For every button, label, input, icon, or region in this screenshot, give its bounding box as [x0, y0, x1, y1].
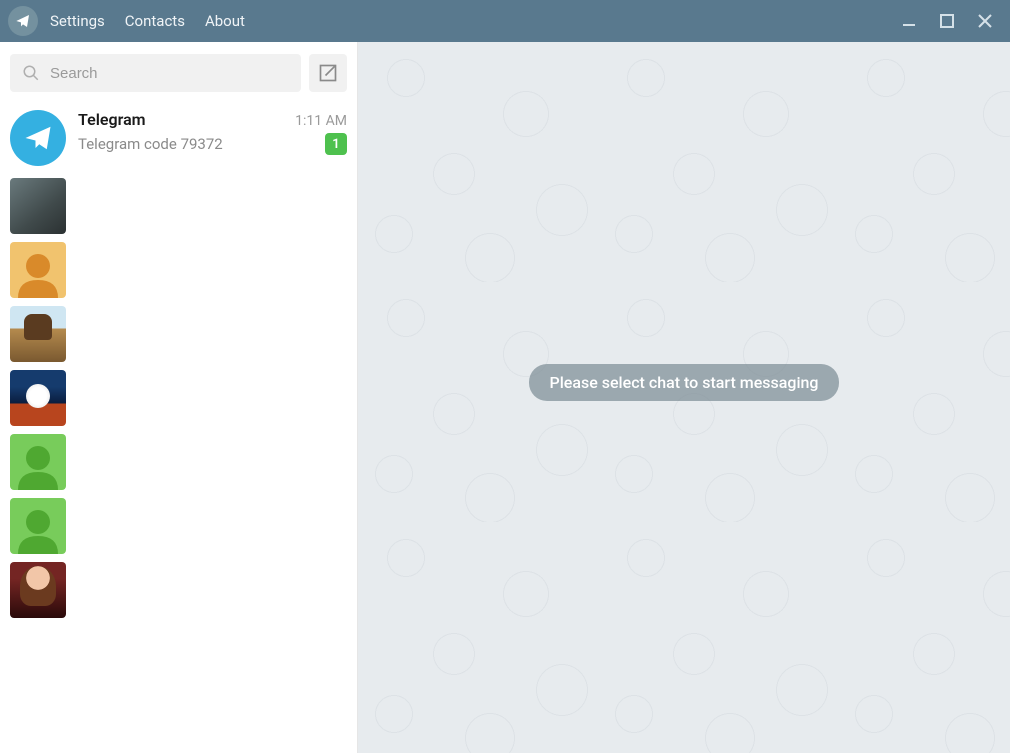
- menu-contacts[interactable]: Contacts: [125, 12, 185, 30]
- chat-item[interactable]: [0, 174, 357, 238]
- maximize-button[interactable]: [938, 12, 956, 30]
- close-icon: [978, 14, 992, 28]
- avatar: [10, 110, 66, 166]
- chat-content: Telegram 1:11 AM Telegram code 79372 1: [78, 110, 347, 155]
- avatar: [10, 370, 66, 426]
- menu-settings[interactable]: Settings: [50, 12, 105, 30]
- chat-item-telegram[interactable]: Telegram 1:11 AM Telegram code 79372 1: [0, 102, 357, 174]
- chat-item[interactable]: [0, 366, 357, 430]
- avatar: [10, 434, 66, 490]
- person-icon: [10, 250, 66, 298]
- chat-item[interactable]: [0, 302, 357, 366]
- compose-icon: [318, 63, 338, 83]
- chat-time: 1:11 AM: [295, 113, 347, 129]
- content-area: Please select chat to start messaging: [358, 42, 1010, 753]
- avatar: [10, 242, 66, 298]
- avatar: [10, 178, 66, 234]
- unread-badge: 1: [325, 133, 347, 155]
- chat-item[interactable]: [0, 558, 357, 622]
- app-logo: [8, 6, 38, 36]
- chat-preview: Telegram code 79372: [78, 135, 223, 153]
- avatar: [10, 306, 66, 362]
- chat-item[interactable]: [0, 430, 357, 494]
- search-icon: [22, 64, 40, 82]
- window-controls: [900, 12, 1002, 30]
- minimize-button[interactable]: [900, 12, 918, 30]
- maximize-icon: [940, 14, 954, 28]
- avatar: [10, 562, 66, 618]
- chat-name: Telegram: [78, 110, 146, 129]
- search-input[interactable]: [50, 65, 289, 82]
- search-box[interactable]: [10, 54, 301, 92]
- chat-list[interactable]: Telegram 1:11 AM Telegram code 79372 1: [0, 102, 357, 753]
- minimize-icon: [902, 14, 916, 28]
- menu-bar: Settings Contacts About: [50, 12, 245, 30]
- person-icon: [10, 506, 66, 554]
- empty-state-message: Please select chat to start messaging: [529, 364, 838, 401]
- main-container: Telegram 1:11 AM Telegram code 79372 1: [0, 42, 1010, 753]
- search-row: [0, 42, 357, 102]
- sidebar: Telegram 1:11 AM Telegram code 79372 1: [0, 42, 358, 753]
- avatar: [10, 498, 66, 554]
- paper-plane-icon: [15, 13, 31, 29]
- compose-button[interactable]: [309, 54, 347, 92]
- chat-item[interactable]: [0, 494, 357, 558]
- titlebar: Settings Contacts About: [0, 0, 1010, 42]
- menu-about[interactable]: About: [205, 12, 245, 30]
- chat-item[interactable]: [0, 238, 357, 302]
- paper-plane-icon: [23, 123, 53, 153]
- person-icon: [10, 442, 66, 490]
- close-button[interactable]: [976, 12, 994, 30]
